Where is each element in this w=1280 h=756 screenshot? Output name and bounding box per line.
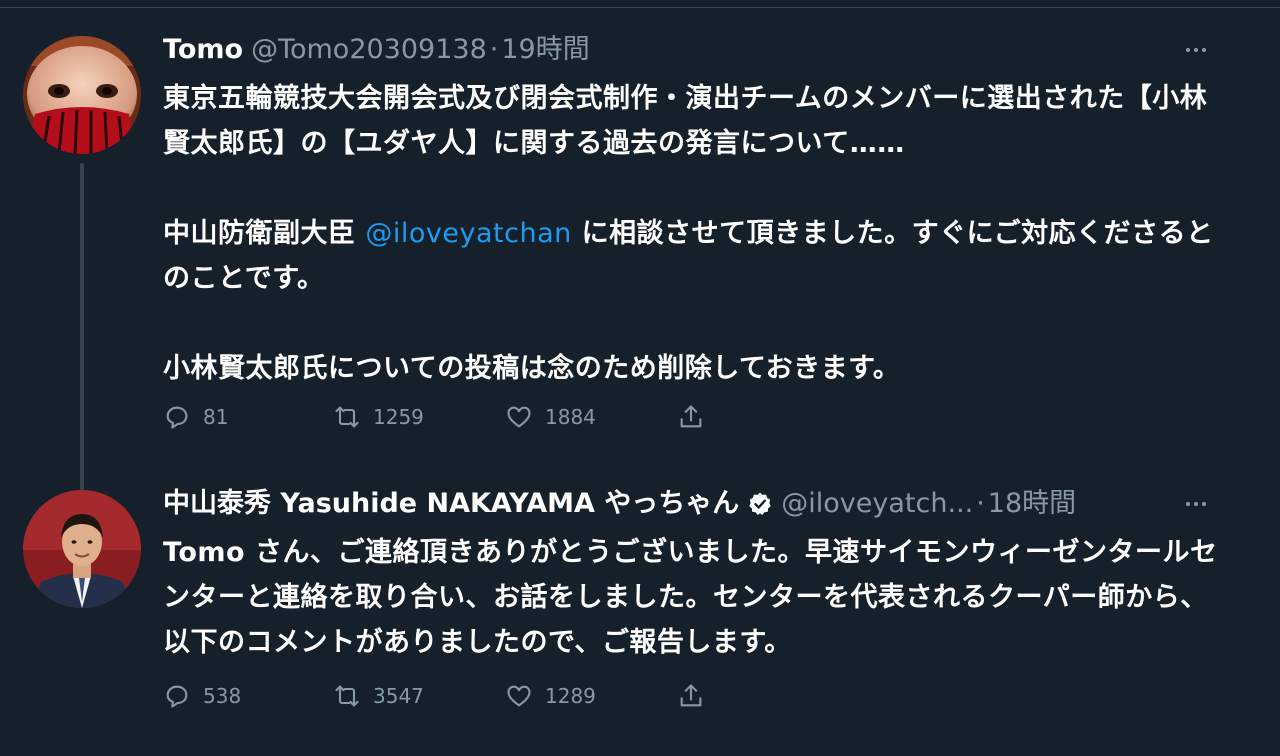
like-button[interactable]: 1289 [505, 682, 677, 710]
like-count: 1884 [545, 405, 596, 429]
more-icon[interactable] [1184, 486, 1208, 522]
share-icon [680, 684, 702, 707]
timestamp[interactable]: 18時間 [988, 486, 1076, 522]
retweet-icon [335, 685, 359, 707]
avatar[interactable] [23, 490, 141, 608]
separator: · [976, 488, 985, 519]
share-button[interactable] [677, 403, 705, 431]
tweet[interactable]: Tomo @Tomo20309138 · 19時間 東京五輪競技大会開会式及び閉… [0, 8, 1280, 493]
tweet-paragraph: 小林賢太郎氏についての投稿は念のため削除しておきます。 [163, 353, 901, 384]
thread-line [80, 163, 84, 493]
reply-count: 538 [203, 684, 242, 708]
separator: · [489, 34, 499, 65]
reply-count: 81 [203, 405, 229, 429]
tweet-paragraph: 中山防衛副大臣 @iloveyatchan に相談させて頂きました。すぐにご対応… [163, 211, 1223, 301]
heart-icon [507, 685, 531, 707]
top-divider [0, 0, 1280, 8]
action-bar: 81 1259 1884 [163, 399, 705, 435]
reply-icon [166, 685, 188, 708]
retweet-count: 3547 [373, 684, 424, 708]
tweet[interactable]: 中山泰秀 Yasuhide NAKAYAMA やっちゃん @iloveyatch… [0, 470, 1280, 756]
action-bar: 538 3547 1289 [163, 678, 705, 714]
heart-icon [507, 406, 531, 428]
handle[interactable]: @iloveyatch... [781, 486, 973, 522]
tweet-header: Tomo @Tomo20309138 · 19時間 [163, 32, 590, 68]
tweet-text: 東京五輪競技大会開会式及び閉会式制作・演出チームのメンバーに選出された【小林賢太… [163, 76, 1223, 391]
reply-button[interactable]: 538 [163, 682, 333, 710]
tweet-paragraph: 東京五輪競技大会開会式及び閉会式制作・演出チームのメンバーに選出された【小林賢太… [163, 83, 1208, 159]
like-count: 1289 [545, 684, 596, 708]
handle[interactable]: @Tomo20309138 [251, 32, 487, 68]
retweet-button[interactable]: 1259 [333, 403, 505, 431]
tweet-text: Tomo さん、ご連絡頂きありがとうございました。早速サイモンウィーゼンタールセ… [163, 530, 1223, 665]
more-icon[interactable] [1184, 32, 1208, 68]
like-button[interactable]: 1884 [505, 403, 677, 431]
retweet-button[interactable]: 3547 [333, 682, 505, 710]
reply-icon [166, 406, 188, 429]
display-name[interactable]: 中山泰秀 Yasuhide NAKAYAMA やっちゃん [163, 486, 739, 522]
share-button[interactable] [677, 682, 705, 710]
verified-badge-icon [747, 491, 773, 517]
tweet-text-segment: 中山防衛副大臣 [163, 218, 366, 249]
mention-link[interactable]: @iloveyatchan [365, 218, 571, 249]
reply-button[interactable]: 81 [163, 403, 333, 431]
timestamp[interactable]: 19時間 [501, 32, 589, 68]
retweet-icon [335, 406, 359, 428]
retweet-count: 1259 [373, 405, 424, 429]
tweet-header: 中山泰秀 Yasuhide NAKAYAMA やっちゃん @iloveyatch… [163, 486, 1076, 522]
display-name[interactable]: Tomo [163, 32, 243, 68]
tweet-paragraph: Tomo さん、ご連絡頂きありがとうございました。早速サイモンウィーゼンタールセ… [163, 537, 1218, 658]
avatar[interactable] [23, 36, 141, 154]
share-icon [680, 405, 702, 428]
